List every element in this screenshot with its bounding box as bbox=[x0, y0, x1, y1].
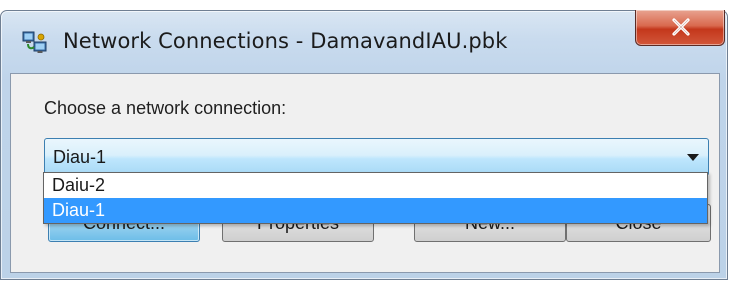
chevron-down-icon[interactable] bbox=[687, 154, 699, 162]
dropdown-item-daiu-2[interactable]: Daiu-2 bbox=[44, 173, 707, 198]
network-connections-icon bbox=[21, 29, 49, 57]
connection-combobox[interactable]: Diau-1 bbox=[44, 138, 709, 176]
close-x-icon bbox=[672, 18, 690, 36]
network-connections-window: Network Connections - DamavandIAU.pbk Ch… bbox=[0, 10, 728, 280]
dropdown-item-diau-1[interactable]: Diau-1 bbox=[44, 198, 707, 223]
close-window-button[interactable] bbox=[635, 10, 725, 46]
window-title: Network Connections - DamavandIAU.pbk bbox=[63, 29, 508, 53]
choose-connection-label: Choose a network connection: bbox=[44, 98, 287, 118]
combo-selected-value: Diau-1 bbox=[53, 147, 107, 167]
title-bar[interactable]: Network Connections - DamavandIAU.pbk bbox=[1, 10, 727, 73]
connection-dropdown-list: Daiu-2 Diau-1 bbox=[43, 172, 708, 224]
